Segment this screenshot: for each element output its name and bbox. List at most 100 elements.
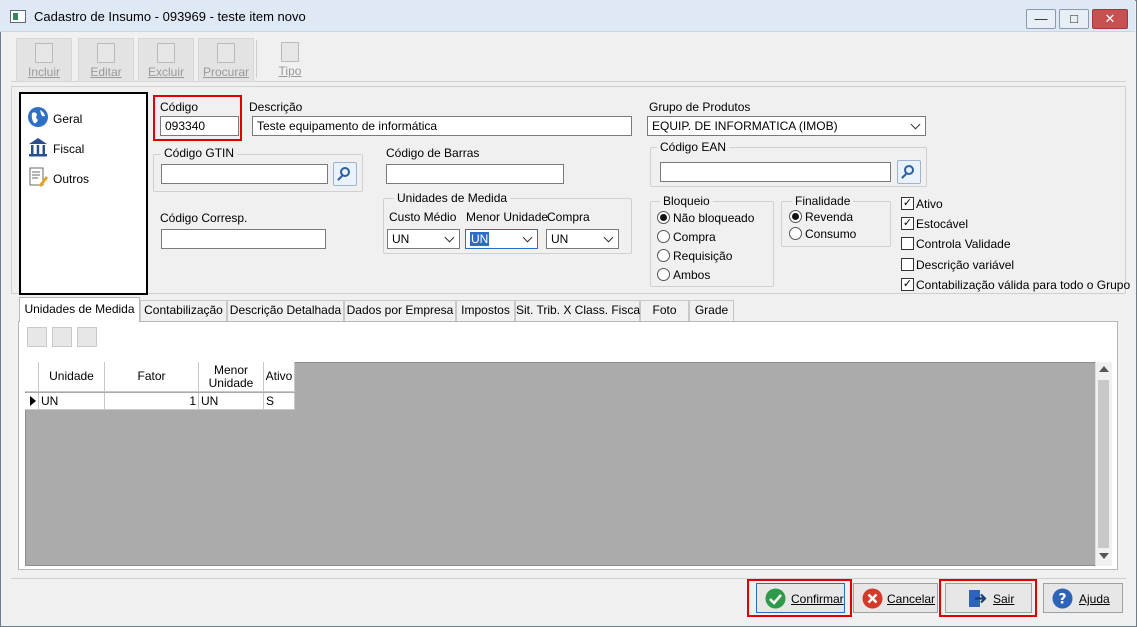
ean-search-button[interactable] [897, 160, 921, 184]
table-row-fator[interactable]: 1 [105, 393, 199, 410]
bloqueio-radio-ambos[interactable] [657, 268, 670, 281]
bloqueio-radio-nao-bloqueado[interactable] [657, 211, 670, 224]
app-icon [10, 10, 26, 23]
finalidade-title: Finalidade [792, 194, 854, 208]
tab-unidades-de-medida[interactable]: Unidades de Medida [19, 297, 140, 322]
grid-row-indicator [25, 393, 39, 410]
estocavel-label: Estocável [916, 217, 969, 231]
globe-icon [28, 107, 48, 127]
excluir-button[interactable]: Excluir [138, 38, 194, 82]
bloqueio-radio-compra[interactable] [657, 230, 670, 243]
bloqueio-title: Bloqueio [660, 194, 713, 208]
grid-add-button[interactable] [27, 327, 47, 347]
bank-icon [29, 138, 47, 157]
ativo-label: Ativo [916, 197, 943, 211]
barras-label: Código de Barras [386, 146, 480, 160]
checkbox-contabilizacao-grupo[interactable]: ✓ [901, 278, 914, 291]
chevron-down-icon [444, 232, 455, 243]
table-row-unidade[interactable]: UN [39, 393, 105, 410]
descricao-variavel-label: Descrição variável [916, 258, 1015, 272]
cancelar-button[interactable]: Cancelar [853, 583, 938, 613]
tab-contabilizacao[interactable]: Contabilização [140, 300, 227, 321]
nav-item-geral[interactable]: Geral [25, 106, 135, 132]
custo-value: UN [392, 232, 410, 246]
grupo-select[interactable]: EQUIP. DE INFORMATICA (IMOB) [647, 116, 926, 136]
custo-label: Custo Médio [389, 210, 457, 224]
descricao-field[interactable]: Teste equipamento de informática [252, 116, 632, 136]
sair-button[interactable]: Sair [945, 583, 1032, 613]
grid-col-menor-unidade[interactable]: Menor Unidade [199, 362, 264, 392]
new-document-icon [35, 43, 53, 63]
tab-sit-trib-class-fiscal[interactable]: Sit. Trib. X Class. Fiscal [515, 300, 643, 321]
ajuda-label: Ajuda [1079, 592, 1110, 606]
nav-label-outros: Outros [53, 172, 90, 186]
menor-label: Menor Unidade [466, 210, 549, 224]
incluir-label: Incluir [27, 65, 60, 79]
corresp-label: Código Corresp. [160, 211, 248, 225]
incluir-button[interactable]: Incluir [16, 38, 72, 82]
table-row-menor[interactable]: UN [199, 393, 264, 410]
chevron-down-icon [603, 232, 614, 243]
chevron-down-icon [910, 119, 921, 130]
menor-select[interactable]: UN [465, 229, 538, 249]
finalidade-radio-revenda[interactable] [789, 210, 802, 223]
grid-scroll-thumb[interactable] [1098, 380, 1109, 548]
editar-button[interactable]: Editar [78, 38, 134, 82]
custo-select[interactable]: UN [387, 229, 460, 249]
tab-descricao-detalhada[interactable]: Descrição Detalhada [227, 300, 344, 321]
confirmar-button[interactable]: Confirmar [756, 583, 845, 613]
tipo-button[interactable]: Tipo [262, 38, 318, 82]
document-pencil-icon [29, 167, 48, 187]
tab-dados-por-empresa[interactable]: Dados por Empresa [344, 300, 456, 321]
table-icon [281, 42, 299, 62]
procurar-button[interactable]: Procurar [198, 38, 254, 82]
barras-field[interactable] [386, 164, 564, 184]
scroll-up-icon[interactable] [1099, 366, 1109, 372]
svg-text:?: ? [1058, 592, 1066, 608]
grid-delete-button[interactable] [77, 327, 97, 347]
exit-door-icon [969, 590, 987, 607]
grupo-value: EQUIP. DE INFORMATICA (IMOB) [652, 119, 838, 133]
grid-col-fator[interactable]: Fator [105, 362, 199, 392]
finalidade-radio-consumo[interactable] [789, 227, 802, 240]
ean-field[interactable] [660, 162, 891, 182]
grid-indicator-header [25, 362, 39, 392]
gtin-field[interactable] [161, 164, 328, 184]
corresp-field[interactable] [161, 229, 326, 249]
grid-col-unidade[interactable]: Unidade [39, 362, 105, 392]
minimize-button[interactable]: — [1026, 9, 1056, 29]
maximize-button[interactable]: □ [1059, 9, 1089, 29]
gtin-label: Código GTIN [161, 146, 238, 160]
nav-item-fiscal[interactable]: Fiscal [25, 136, 135, 162]
cancelar-label: Cancelar [887, 592, 936, 606]
checkbox-estocavel[interactable]: ✓ [901, 217, 914, 230]
table-row-ativo[interactable]: S [264, 393, 295, 410]
ajuda-button[interactable]: ? Ajuda [1043, 583, 1123, 613]
bloqueio-label-nao-bloqueado: Não bloqueado [673, 211, 755, 225]
compra-select[interactable]: UN [546, 229, 619, 249]
cancel-circle-icon [862, 588, 883, 609]
close-button[interactable]: ✕ [1092, 9, 1128, 29]
search-icon-handle [901, 173, 907, 179]
search-icon-handle [337, 175, 343, 181]
checkbox-ativo[interactable]: ✓ [901, 197, 914, 210]
controla-validade-label: Controla Validade [916, 237, 1011, 251]
tab-grade[interactable]: Grade [689, 300, 734, 321]
compra-value: UN [551, 232, 569, 246]
nav-item-outros[interactable]: Outros [25, 166, 135, 192]
sair-label: Sair [993, 592, 1015, 606]
bloqueio-label-requisicao: Requisição [673, 249, 733, 263]
gtin-search-button[interactable] [333, 162, 357, 186]
tab-impostos[interactable]: Impostos [456, 300, 515, 321]
checkbox-controla-validade[interactable] [901, 237, 914, 250]
confirmar-label: Confirmar [791, 592, 844, 606]
grid-col-ativo[interactable]: Ativo [264, 362, 295, 392]
checkbox-descricao-variavel[interactable] [901, 258, 914, 271]
scroll-down-icon[interactable] [1099, 553, 1109, 559]
bloqueio-radio-requisicao[interactable] [657, 249, 670, 262]
tab-foto[interactable]: Foto [640, 300, 689, 321]
nav-label-geral: Geral [53, 112, 83, 126]
bloqueio-label-ambos: Ambos [673, 268, 711, 282]
codigo-field[interactable]: 093340 [160, 116, 239, 136]
grid-edit-button[interactable] [52, 327, 72, 347]
